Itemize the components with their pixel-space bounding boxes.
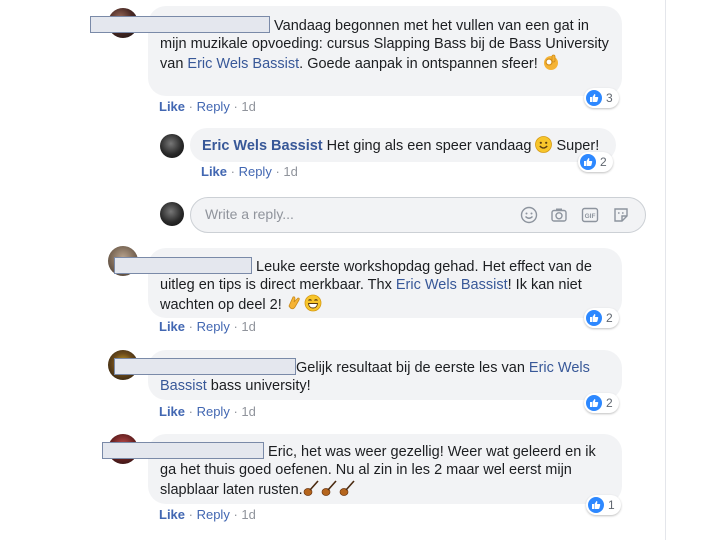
like-reaction-icon [586, 90, 602, 106]
comment-text: . Goede aanpak in ontspannen sfeer! [299, 56, 538, 72]
like-reaction-icon [588, 497, 604, 513]
mention-link[interactable]: Eric Wels Bassist [396, 277, 508, 293]
grin-emoji [304, 294, 322, 317]
reaction-count-value: 2 [606, 311, 613, 325]
timestamp[interactable]: 1d [283, 164, 297, 179]
redacted-name [102, 442, 264, 459]
column-divider [665, 0, 666, 540]
guitar-emoji [303, 479, 357, 502]
reaction-count[interactable]: 2 [584, 393, 619, 413]
reply-input[interactable] [203, 205, 507, 223]
reaction-count-value: 2 [600, 155, 607, 169]
timestamp[interactable]: 1d [241, 99, 255, 114]
like-button[interactable]: Like [159, 319, 185, 334]
reply-text: Het ging als een speer vandaag [326, 138, 532, 154]
camera-icon[interactable] [550, 206, 568, 224]
like-button[interactable]: Like [159, 99, 185, 114]
reaction-count-value: 2 [606, 396, 613, 410]
redacted-name [114, 257, 252, 274]
reply-button[interactable]: Reply [197, 99, 230, 114]
comment-bubble: Vandaag begonnen met het vullen van een … [90, 6, 622, 96]
reaction-count[interactable]: 1 [586, 495, 621, 515]
mention-link[interactable]: Eric Wels Bassist [187, 56, 299, 72]
redacted-name [114, 358, 296, 375]
smile-emoji [535, 136, 553, 158]
comment-bubble: Eric, het was weer gezellig! Weer wat ge… [102, 434, 622, 504]
reply-button[interactable]: Reply [197, 507, 230, 522]
like-reaction-icon [580, 154, 596, 170]
reaction-count-value: 1 [608, 498, 615, 512]
reply-button[interactable]: Reply [197, 404, 230, 419]
reaction-count[interactable]: 2 [578, 152, 613, 172]
ok-hand-emoji [542, 53, 560, 76]
clapping-hands-emoji [286, 294, 304, 317]
avatar [160, 202, 184, 226]
avatar[interactable] [160, 134, 184, 158]
comment-actions: Like · Reply · 1d [159, 99, 256, 114]
reply-button[interactable]: Reply [239, 164, 272, 179]
like-button[interactable]: Like [159, 507, 185, 522]
reply-composer[interactable]: GIF [190, 197, 646, 233]
redacted-name [90, 16, 270, 33]
author-name[interactable]: Eric Wels Bassist [202, 138, 323, 154]
like-button[interactable]: Like [201, 164, 227, 179]
reply-button[interactable]: Reply [197, 319, 230, 334]
reply-actions: Like · Reply · 1d [201, 164, 298, 179]
comment-text: bass university! [206, 378, 311, 394]
comment-actions: Like · Reply · 1d [159, 507, 256, 522]
comment-actions: Like · Reply · 1d [159, 319, 256, 334]
reply-bubble: Eric Wels Bassist Het ging als een speer… [190, 128, 616, 162]
timestamp[interactable]: 1d [241, 404, 255, 419]
emoji-icon[interactable] [520, 206, 538, 224]
comment-text: Gelijk resultaat bij de eerste les van [296, 360, 529, 376]
reaction-count[interactable]: 2 [584, 308, 619, 328]
reaction-count[interactable]: 3 [584, 88, 619, 108]
like-reaction-icon [586, 395, 602, 411]
like-button[interactable]: Like [159, 404, 185, 419]
like-reaction-icon [586, 310, 602, 326]
gif-icon[interactable]: GIF [581, 206, 599, 224]
timestamp[interactable]: 1d [241, 507, 255, 522]
comment-bubble: Leuke eerste workshopdag gehad. Het effe… [114, 248, 622, 318]
svg-text:GIF: GIF [585, 213, 596, 220]
reaction-count-value: 3 [606, 91, 613, 105]
comment-bubble: Gelijk resultaat bij de eerste les van E… [114, 350, 622, 400]
sticker-icon[interactable] [612, 206, 630, 224]
comment-actions: Like · Reply · 1d [159, 404, 256, 419]
timestamp[interactable]: 1d [241, 319, 255, 334]
